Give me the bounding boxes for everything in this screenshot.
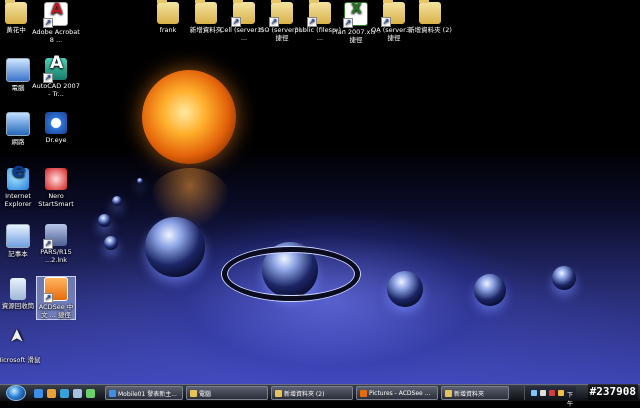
desktop-icon-dreye[interactable]: Dr.eye [30, 112, 82, 144]
ie-icon[interactable] [34, 388, 43, 398]
folder-icon [157, 0, 179, 24]
network-folder-icon [231, 0, 255, 27]
wallpaper-glass-sphere [112, 196, 122, 206]
acdsee-icon [43, 277, 68, 303]
volume-tray-icon[interactable] [540, 390, 546, 396]
desktop-icon-nero[interactable]: Nero StartSmart [30, 168, 82, 208]
desktop-icon-acdsee-selected[interactable]: ACDSee 中文 ... 捷徑 [36, 276, 76, 320]
security-tray-icon[interactable] [549, 390, 555, 396]
clock[interactable]: 下午 [567, 390, 573, 408]
taskbar-button-new-folder[interactable]: 新增資料夾 [441, 386, 509, 400]
system-tray: 下午 [524, 386, 576, 408]
media-icon[interactable] [60, 388, 69, 398]
acdsee-icon [360, 389, 367, 397]
pars-icon [43, 224, 67, 249]
watermark-id: #237908 [587, 384, 638, 400]
app-icon[interactable] [86, 388, 95, 398]
desktop-icon-adobe-acrobat[interactable]: Adobe Acrobat 8 ... [30, 2, 82, 44]
wallpaper-glass-sphere [98, 214, 111, 227]
desktop-icon[interactable] [73, 388, 82, 398]
network-tray-icon[interactable] [531, 390, 537, 396]
ie-icon [109, 389, 116, 397]
wallpaper-glass-sphere [104, 236, 118, 250]
adobe-acrobat-icon [43, 2, 68, 28]
folder-icon [190, 389, 197, 397]
mouse-pointer-icon [7, 332, 29, 354]
computer-icon [6, 58, 30, 82]
wallpaper-glass-sphere [387, 271, 423, 307]
wallpaper-glass-sphere [145, 217, 205, 277]
desktop-icon-mouse[interactable]: Microsoft 滑鼠 [0, 332, 44, 364]
folder-icon [275, 389, 282, 397]
dreye-icon [45, 112, 67, 134]
autocad-icon [43, 58, 67, 83]
wallpaper-glass-sphere [137, 178, 143, 184]
network-folder-icon [269, 0, 293, 27]
recycle-bin-icon [10, 278, 26, 300]
taskbar-button-mobile01[interactable]: Mobile01 發表新主... [105, 386, 183, 400]
taskbar: Mobile01 發表新主... 電腦 新增資料夾 (2) Pictures -… [0, 384, 640, 408]
network-folder-icon [381, 0, 405, 27]
folder-icon[interactable] [47, 388, 56, 398]
taskbar-button-new-folder-2[interactable]: 新增資料夾 (2) [271, 386, 353, 400]
nero-icon [45, 168, 67, 190]
internet-explorer-icon [7, 166, 29, 190]
network-icon [6, 112, 30, 136]
folder-icon [5, 0, 27, 24]
network-folder-icon [307, 0, 331, 27]
wallpaper-glass-sphere [474, 274, 506, 306]
wallpaper-planet-ring [222, 247, 360, 301]
windows-start-orb-icon[interactable] [6, 385, 26, 401]
wallpaper-sun-sphere [142, 70, 236, 164]
folder-icon [419, 0, 441, 24]
desktop-icon-new-folder-2[interactable]: 新增資料夾 (2) [404, 0, 456, 34]
notepad-icon [6, 224, 30, 248]
taskbar-button-computer[interactable]: 電腦 [186, 386, 268, 400]
folder-icon [445, 389, 452, 397]
excel-file-icon [343, 2, 368, 28]
folder-icon [195, 0, 217, 24]
desktop-icon-pars[interactable]: PARS/R15 ...2.lnk [30, 224, 82, 264]
taskbar-button-acdsee[interactable]: Pictures - ACDSee ... [356, 386, 438, 400]
update-tray-icon[interactable] [558, 390, 564, 396]
desktop-icon-autocad[interactable]: AutoCAD 2007 - Tr... [30, 58, 82, 98]
desktop[interactable]: 黃花中 電腦 網路 Internet Explorer 記事本 資源回收筒 Mi… [0, 0, 640, 384]
wallpaper-glass-sphere [552, 266, 576, 290]
